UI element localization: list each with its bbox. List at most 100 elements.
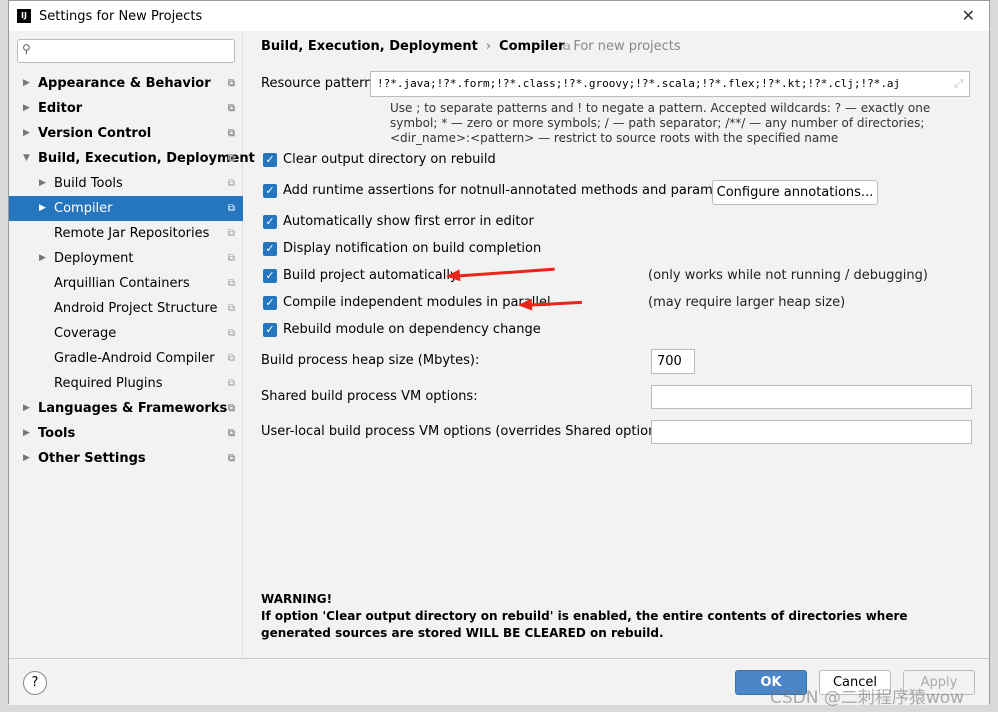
resource-patterns-field[interactable]: !?*.java;!?*.form;!?*.class;!?*.groovy;!… bbox=[370, 71, 970, 97]
option-label: Automatically show first error in editor bbox=[283, 214, 534, 229]
heap-size-input[interactable]: 700 bbox=[651, 349, 695, 374]
checkmark-icon[interactable]: ✓ bbox=[263, 241, 277, 256]
search-icon: ⚲ bbox=[22, 42, 31, 56]
option-label: Build project automatically bbox=[283, 268, 458, 283]
copy-icon: ⧉ bbox=[227, 303, 235, 314]
copy-icon: ⧉ bbox=[227, 428, 235, 439]
sidebar-item[interactable]: Gradle-Android Compiler ⧉ bbox=[9, 346, 243, 371]
chevron-icon[interactable]: ▶ bbox=[39, 246, 46, 271]
option-checkbox[interactable]: ✓ Compile independent modules in parallel bbox=[263, 295, 551, 310]
resource-patterns-value: !?*.java;!?*.form;!?*.class;!?*.groovy;!… bbox=[377, 77, 901, 90]
copy-icon: ⧉ bbox=[227, 353, 235, 364]
sidebar-item[interactable]: Arquillian Containers ⧉ bbox=[9, 271, 243, 296]
scope-label: ⧉ For new projects bbox=[563, 39, 681, 54]
copy-icon: ⧉ bbox=[227, 128, 235, 139]
copy-icon: ⧉ bbox=[227, 278, 235, 289]
option-note: (only works while not running / debuggin… bbox=[648, 268, 928, 283]
sidebar-item[interactable]: ▶ Editor ⧉ bbox=[9, 96, 243, 121]
checkmark-icon[interactable]: ✓ bbox=[263, 295, 277, 310]
intellij-icon: IJ bbox=[17, 9, 31, 23]
option-note: (may require larger heap size) bbox=[648, 295, 846, 310]
shared-vm-options-label: Shared build process VM options: bbox=[261, 389, 478, 404]
warning-text: If option 'Clear output directory on reb… bbox=[261, 609, 908, 640]
sidebar-item[interactable]: ▶ Version Control ⧉ bbox=[9, 121, 243, 146]
checkmark-icon[interactable]: ✓ bbox=[263, 322, 277, 337]
chevron-icon[interactable]: ▶ bbox=[39, 171, 46, 196]
sidebar-item-label: Gradle-Android Compiler bbox=[54, 351, 215, 366]
sidebar-item-label: Required Plugins bbox=[54, 376, 163, 391]
chevron-icon[interactable]: ▶ bbox=[23, 96, 30, 121]
sidebar-item[interactable]: Coverage ⧉ bbox=[9, 321, 243, 346]
option-label: Add runtime assertions for notnull-annot… bbox=[283, 183, 747, 198]
sidebar-item[interactable]: Required Plugins ⧉ bbox=[9, 371, 243, 396]
scope-text: For new projects bbox=[573, 39, 681, 54]
title-bar: IJ Settings for New Projects ✕ bbox=[9, 1, 989, 31]
copy-icon: ⧉ bbox=[227, 328, 235, 339]
warning-block: WARNING! If option 'Clear output director… bbox=[261, 591, 971, 642]
option-checkbox[interactable]: ✓ Clear output directory on rebuild bbox=[263, 152, 496, 167]
copy-icon: ⧉ bbox=[227, 453, 235, 464]
configure-annotations-button[interactable]: Configure annotations... bbox=[712, 180, 878, 205]
sidebar-item[interactable]: Remote Jar Repositories ⧉ bbox=[9, 221, 243, 246]
sidebar-item-label: Android Project Structure bbox=[54, 301, 218, 316]
sidebar-item[interactable]: ▶ Deployment ⧉ bbox=[9, 246, 243, 271]
expand-icon[interactable]: ⤢ bbox=[954, 72, 963, 96]
copy-icon: ⧉ bbox=[227, 203, 235, 214]
shared-vm-options-input[interactable] bbox=[651, 385, 972, 409]
watermark: CSDN @二刺程序猿wow bbox=[770, 688, 965, 708]
copy-icon: ⧉ bbox=[227, 403, 235, 414]
close-icon[interactable]: ✕ bbox=[962, 6, 975, 25]
sidebar-item[interactable]: Android Project Structure ⧉ bbox=[9, 296, 243, 321]
copy-icon: ⧉ bbox=[227, 78, 235, 89]
option-checkbox[interactable]: ✓ Build project automatically bbox=[263, 268, 458, 283]
chevron-icon[interactable]: ▶ bbox=[23, 421, 30, 446]
sidebar-item[interactable]: ▶ Languages & Frameworks ⧉ bbox=[9, 396, 243, 421]
checkmark-icon[interactable]: ✓ bbox=[263, 183, 277, 198]
local-vm-options-input[interactable] bbox=[651, 420, 972, 444]
sidebar: ⚲ ▶ Appearance & Behavior ⧉ ▶ Editor ⧉ ▶ Versio… bbox=[9, 31, 255, 658]
breadcrumb-parent[interactable]: Build, Execution, Deployment bbox=[261, 39, 478, 54]
checkmark-icon[interactable]: ✓ bbox=[263, 152, 277, 167]
chevron-icon[interactable]: ▶ bbox=[23, 71, 30, 96]
sidebar-item[interactable]: ▶ Appearance & Behavior ⧉ bbox=[9, 71, 243, 96]
sidebar-item[interactable]: ▶ Tools ⧉ bbox=[9, 421, 243, 446]
sidebar-item-label: Remote Jar Repositories bbox=[54, 226, 210, 241]
heap-size-label: Build process heap size (Mbytes): bbox=[261, 353, 480, 368]
breadcrumb-current: Compiler bbox=[499, 39, 565, 54]
sidebar-item[interactable]: ▶ Build Tools ⧉ bbox=[9, 171, 243, 196]
option-checkbox[interactable]: ✓ Add runtime assertions for notnull-anno… bbox=[263, 183, 746, 198]
chevron-icon[interactable]: ▶ bbox=[23, 446, 30, 471]
sidebar-item-label: Other Settings bbox=[38, 451, 146, 466]
resource-patterns-help: Use ; to separate patterns and ! to nega… bbox=[390, 101, 931, 145]
option-label: Rebuild module on dependency change bbox=[283, 322, 541, 337]
copy-icon: ⧉ bbox=[227, 228, 235, 239]
copy-icon: ⧉ bbox=[227, 253, 235, 264]
chevron-icon[interactable]: ▶ bbox=[23, 121, 30, 146]
chevron-icon[interactable]: ▶ bbox=[39, 196, 46, 221]
breadcrumb: Build, Execution, Deployment › Compiler bbox=[261, 39, 565, 54]
checkmark-icon[interactable]: ✓ bbox=[263, 268, 277, 283]
option-label: Clear output directory on rebuild bbox=[283, 152, 496, 167]
chevron-icon[interactable]: ▼ bbox=[23, 146, 30, 171]
chevron-icon[interactable]: ▶ bbox=[23, 396, 30, 421]
sidebar-item-label: Arquillian Containers bbox=[54, 276, 190, 291]
search-input[interactable]: ⚲ bbox=[17, 39, 235, 63]
checkmark-icon[interactable]: ✓ bbox=[263, 214, 277, 229]
help-button[interactable]: ? bbox=[23, 671, 47, 695]
sidebar-item-label: Tools bbox=[38, 426, 76, 441]
resource-patterns-label: Resource patterns: bbox=[261, 76, 384, 91]
sidebar-item[interactable]: ▼ Build, Execution, Deployment ⧉ bbox=[9, 146, 255, 171]
sidebar-item-label: Languages & Frameworks bbox=[38, 401, 228, 416]
sidebar-item[interactable]: ▶ Other Settings ⧉ bbox=[9, 446, 243, 471]
sidebar-item-label: Version Control bbox=[38, 126, 152, 141]
option-checkbox[interactable]: ✓ Display notification on build completio… bbox=[263, 241, 541, 256]
option-checkbox[interactable]: ✓ Automatically show first error in edito… bbox=[263, 214, 534, 229]
copy-icon: ⧉ bbox=[227, 178, 235, 189]
option-checkbox[interactable]: ✓ Rebuild module on dependency change bbox=[263, 322, 541, 337]
option-label: Compile independent modules in parallel bbox=[283, 295, 551, 310]
breadcrumb-separator: › bbox=[485, 39, 492, 54]
window-title: Settings for New Projects bbox=[39, 8, 203, 24]
settings-window: IJ Settings for New Projects ✕ ⚲ ▶ Appear… bbox=[8, 0, 990, 705]
sidebar-item[interactable]: ▶ Compiler ⧉ bbox=[9, 196, 243, 221]
sidebar-item-label: Build Tools bbox=[54, 176, 123, 191]
